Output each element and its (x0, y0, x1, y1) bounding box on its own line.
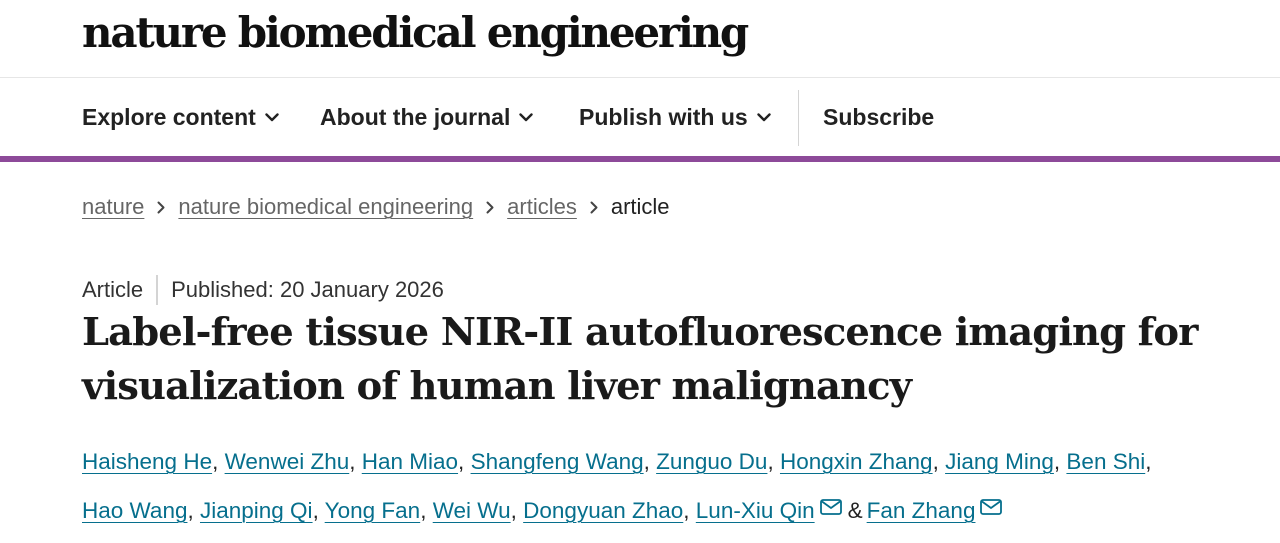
author-link[interactable]: Jiang Ming (945, 449, 1054, 474)
journal-logo[interactable]: nature biomedical engineering (82, 8, 749, 57)
chevron-down-icon (265, 112, 279, 122)
chevron-down-icon (756, 112, 771, 122)
nav-subscribe-label: Subscribe (823, 103, 935, 130)
author-link[interactable]: Wei Wu (433, 498, 511, 523)
author-link[interactable]: Han Miao (362, 449, 458, 474)
breadcrumb-link-articles[interactable]: articles (507, 194, 577, 220)
breadcrumb: nature nature biomedical engineering art… (82, 194, 670, 220)
author-link[interactable]: Zunguo Du (656, 449, 767, 474)
chevron-right-icon (486, 201, 494, 214)
nav-publish-with-us[interactable]: Publish with us (579, 78, 771, 156)
ampersand: & (847, 498, 863, 523)
mail-icon[interactable] (819, 485, 842, 531)
meta-divider (156, 275, 159, 305)
author-list: Haisheng He, Wenwei Zhu, Han Miao, Shang… (82, 439, 1232, 534)
author-link[interactable]: Ben Shi (1066, 449, 1145, 474)
chevron-down-icon (519, 112, 534, 122)
author-link[interactable]: Hao Wang (82, 498, 187, 523)
nav-divider (798, 90, 799, 146)
main-nav: Explore content About the journal Publis… (0, 78, 1280, 162)
author-link[interactable]: Yong Fan (325, 498, 421, 523)
author-link[interactable]: Jianping Qi (200, 498, 313, 523)
nav-about-journal-label: About the journal (320, 103, 511, 130)
nav-explore-content[interactable]: Explore content (82, 78, 279, 156)
author-link[interactable]: Dongyuan Zhao (523, 498, 683, 523)
published-date: Published: 20 January 2026 (171, 277, 444, 302)
author-link[interactable]: Shangfeng Wang (471, 449, 644, 474)
site-header: nature biomedical engineering (0, 0, 1280, 78)
author-link[interactable]: Haisheng He (82, 449, 212, 474)
nav-publish-with-us-label: Publish with us (579, 103, 748, 130)
author-link[interactable]: Lun-Xiu Qin (696, 498, 815, 523)
author-link[interactable]: Wenwei Zhu (225, 449, 350, 474)
breadcrumb-link-journal[interactable]: nature biomedical engineering (178, 194, 473, 220)
article-meta: Article Published: 20 January 2026 (82, 275, 444, 305)
mail-icon[interactable] (980, 485, 1003, 531)
author-link[interactable]: Fan Zhang (867, 498, 976, 523)
article-title: Label-free tissue NIR-II autofluorescenc… (82, 310, 1198, 409)
breadcrumb-current: article (610, 194, 670, 219)
breadcrumb-link-nature[interactable]: nature (82, 194, 144, 220)
nav-subscribe[interactable]: Subscribe (823, 78, 934, 156)
chevron-right-icon (590, 201, 598, 214)
nav-about-journal[interactable]: About the journal (320, 78, 534, 156)
author-link[interactable]: Hongxin Zhang (780, 449, 933, 474)
nav-explore-content-label: Explore content (82, 103, 256, 130)
chevron-right-icon (157, 201, 165, 214)
article-type: Article (82, 277, 144, 302)
